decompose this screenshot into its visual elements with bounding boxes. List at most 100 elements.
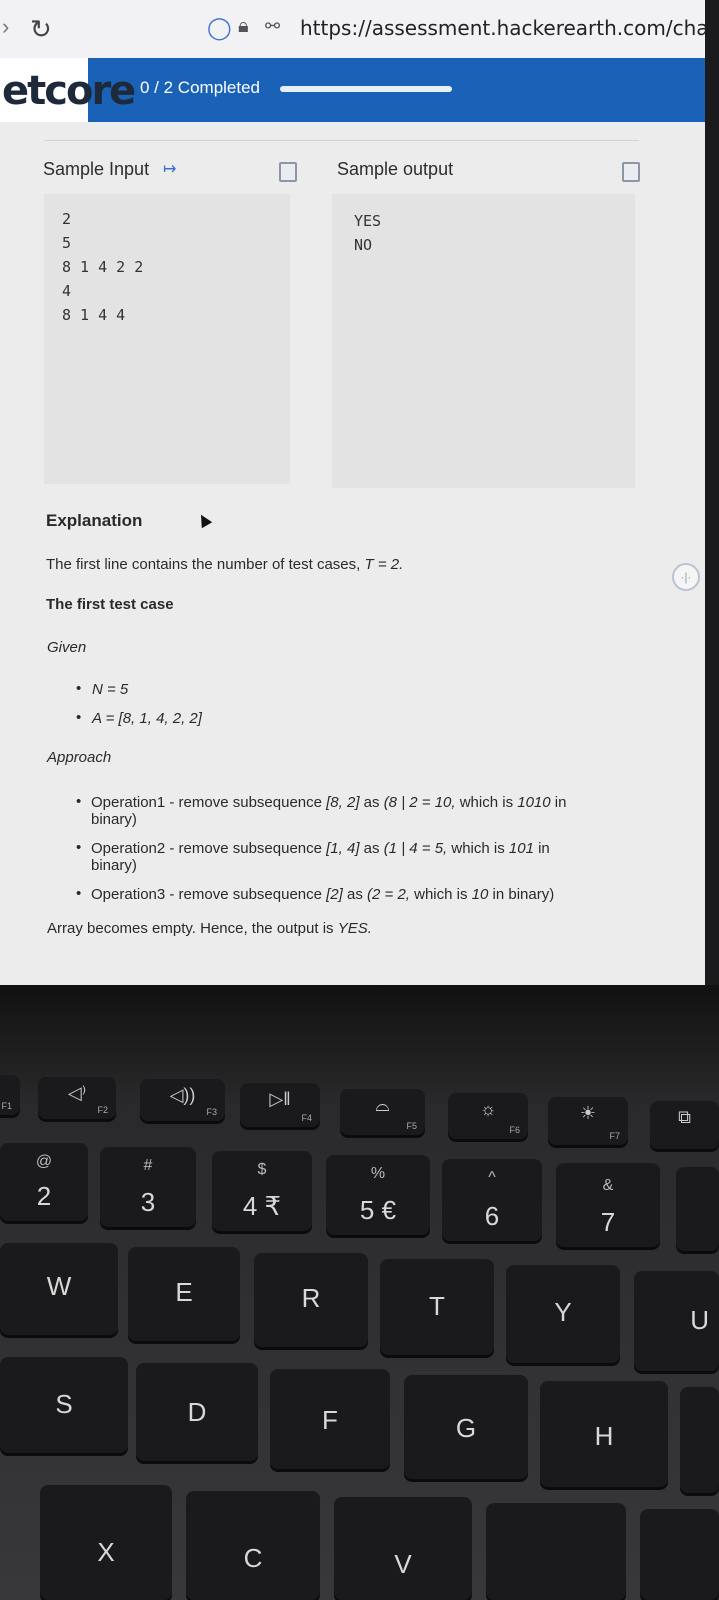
logo-text: etcore — [2, 68, 136, 114]
op-text: in binary) — [488, 886, 555, 903]
key-label: S — [55, 1389, 73, 1419]
operation2-line2: binary) — [91, 857, 137, 874]
key-d: D — [136, 1363, 258, 1461]
bullet: • — [76, 885, 82, 902]
input-line: 8 1 4 2 2 — [62, 258, 144, 276]
sample-input-title: Sample Input — [43, 159, 150, 179]
sample-input-box[interactable]: 2 5 8 1 4 2 2 4 8 1 4 4 — [44, 194, 290, 484]
open-external-icon[interactable]: ↦ — [163, 159, 176, 179]
key-label: 7 — [600, 1207, 616, 1237]
input-line: 2 — [62, 210, 72, 228]
approach-label: Approach — [47, 749, 112, 766]
permissions-icon[interactable]: ⚯ — [265, 16, 280, 37]
key-shift-label: ^ — [488, 1169, 496, 1186]
sample-output-title: Sample output — [337, 159, 454, 179]
op-binary: 101 — [508, 840, 534, 857]
explanation-heading: Explanation — [46, 511, 143, 530]
key-label: V — [394, 1549, 412, 1579]
divider — [44, 140, 639, 141]
key-f7: ☀ F7 — [548, 1097, 628, 1145]
copy-icon[interactable] — [279, 162, 297, 182]
op-text: Operation3 - remove subsequence — [91, 886, 327, 903]
display-switch-icon: ⧉ — [678, 1107, 691, 1127]
reload-icon[interactable]: ↻ — [30, 14, 52, 45]
lock-icon[interactable]: 🔒︎ — [238, 15, 249, 38]
key-s: S — [0, 1357, 128, 1453]
key-shift-label: $ — [257, 1161, 267, 1178]
op-binary: 1010 — [517, 794, 551, 811]
mouse-pointer-icon — [195, 511, 213, 529]
key-label: F — [322, 1405, 338, 1435]
key-label: C — [243, 1543, 263, 1573]
logo[interactable]: etcore — [0, 58, 136, 122]
key-shift-label: % — [370, 1165, 386, 1182]
key-f4: ▷ǁ F4 — [240, 1083, 320, 1127]
copy-icon[interactable] — [622, 162, 640, 182]
airplane-mode-icon: ⌓ — [375, 1095, 390, 1115]
op-text: Operation1 - remove subsequence — [91, 794, 327, 811]
given-item: A = [8, 1, 4, 2, 2] — [92, 710, 202, 727]
key-7: & 7 — [556, 1163, 660, 1247]
operation1-line1: Operation1 - remove subsequence [8, 2] a… — [91, 794, 566, 811]
key-f6: ☼ F6 — [448, 1093, 528, 1139]
op-text: in — [550, 794, 567, 811]
intro-value: T = 2. — [364, 556, 404, 573]
key-shift-label: @ — [35, 1153, 53, 1170]
key-5: % 5 € — [326, 1155, 430, 1235]
output-line: YES — [354, 212, 382, 230]
key-u: U — [634, 1271, 719, 1371]
url-text[interactable]: https://assessment.hackerearth.com/chall… — [300, 16, 705, 40]
key-t: T — [380, 1259, 494, 1355]
key-label: X — [97, 1537, 115, 1567]
op-text: as — [359, 794, 384, 811]
key-label: T — [429, 1291, 445, 1321]
key-2: @2 — [0, 1143, 88, 1221]
sample-output-box[interactable]: YES NO — [332, 194, 635, 488]
op-text: as — [342, 886, 368, 903]
key-v: V — [334, 1497, 472, 1600]
op-subsequence: [1, 4] — [326, 840, 360, 857]
key-label: Y — [554, 1297, 572, 1327]
op-math: (2 = 2, — [367, 886, 410, 903]
key-y: Y — [506, 1265, 620, 1363]
key-label: 5 € — [359, 1195, 397, 1225]
key-3: #3 — [100, 1147, 196, 1227]
key-shift-label: # — [143, 1157, 153, 1174]
browser-screen: › ↻ ◯ 🔒︎ ⚯ https://assessment.hackereart… — [0, 0, 705, 985]
key-f2: ◁⁾ F2 — [38, 1077, 116, 1119]
op-text: in — [533, 840, 550, 857]
op-text: as — [359, 840, 384, 857]
volume-mute-icon: ◁⁾ — [67, 1083, 87, 1103]
key-label: F4 — [301, 1113, 312, 1123]
key-w: W — [0, 1243, 118, 1335]
progress-bar — [280, 86, 452, 92]
input-line: 8 1 4 4 — [62, 306, 126, 324]
key-c: C — [186, 1491, 320, 1600]
key-6: ^ 6 — [442, 1159, 542, 1241]
back-icon[interactable]: › — [2, 14, 9, 40]
laptop-keyboard: F1 ◁⁾ F2 ◁)) F3 ▷ǁ F4 ⌓ F5 ☼ F6 ☀ F7 ⧉ @2 #3 $… — [0, 985, 719, 1600]
key-label: F2 — [97, 1105, 108, 1115]
resize-handle-icon[interactable]: ·|· — [672, 563, 700, 591]
op-math: (8 | 2 = 10, — [383, 794, 456, 811]
key-label: U — [690, 1305, 709, 1335]
key-f5: ⌓ F5 — [340, 1089, 425, 1135]
key-g: G — [404, 1375, 528, 1479]
key-e: E — [128, 1247, 240, 1341]
bullet: • — [76, 839, 82, 856]
op-subsequence: [2] — [326, 886, 343, 903]
volume-up-icon: ◁)) — [169, 1085, 196, 1105]
play-pause-icon: ▷ǁ — [269, 1089, 291, 1109]
key-label: 4 ₹ — [242, 1191, 282, 1221]
shield-icon[interactable]: ◯ — [207, 15, 232, 41]
key-display: ⧉ — [650, 1101, 719, 1149]
key-label: R — [301, 1283, 321, 1313]
operation3-line: Operation3 - remove subsequence [2] as (… — [91, 886, 554, 903]
given-label: Given — [47, 639, 87, 656]
input-line: 5 — [62, 234, 72, 252]
key-label: 2 — [36, 1181, 52, 1211]
key-f1: F1 — [0, 1075, 20, 1115]
first-case-heading: The first test case — [46, 596, 174, 613]
address-bar: › ↻ ◯ 🔒︎ ⚯ https://assessment.hackereart… — [0, 0, 705, 58]
operation2-line1: Operation2 - remove subsequence [1, 4] a… — [91, 840, 550, 857]
